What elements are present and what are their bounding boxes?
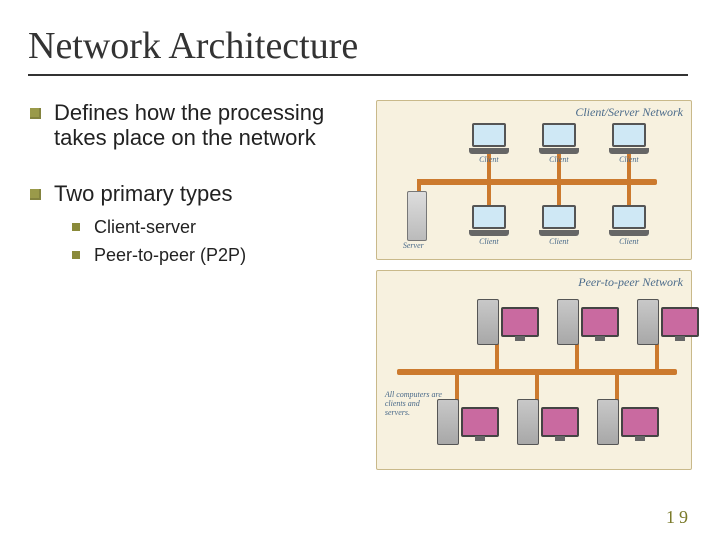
image-column: Client/Server Network Server Client Clie… [376, 100, 692, 470]
title-underline [28, 74, 688, 76]
slide-title: Network Architecture [28, 24, 692, 68]
diagram-title: Client/Server Network [575, 105, 683, 120]
laptop-icon: Client [469, 123, 509, 153]
laptop-icon: Client [469, 205, 509, 235]
pc-tower-icon [597, 399, 619, 445]
monitor-icon [581, 307, 619, 337]
sub-bullet-text: Client-server [94, 217, 196, 237]
monitor-icon [501, 307, 539, 337]
text-column: Defines how the processing takes place o… [28, 100, 368, 470]
peer-to-peer-diagram: Peer-to-peer Network [376, 270, 692, 470]
page-number: 19 [666, 507, 692, 528]
sub-bullet-list: Client-server Peer-to-peer (P2P) [72, 216, 364, 267]
pc-tower-icon [517, 399, 539, 445]
pc-tower-icon [477, 299, 499, 345]
sub-bullet-item: Client-server [72, 216, 364, 239]
sub-bullet-item: Peer-to-peer (P2P) [72, 244, 364, 267]
pc-tower-icon [637, 299, 659, 345]
laptop-icon: Client [539, 123, 579, 153]
slide: Network Architecture Defines how the pro… [0, 0, 720, 540]
bullet-list: Defines how the processing takes place o… [28, 100, 364, 267]
monitor-icon [541, 407, 579, 437]
monitor-icon [461, 407, 499, 437]
p2p-note: All computers are clients and servers. [385, 391, 445, 417]
server-label: Server [403, 241, 424, 250]
pc-tower-icon [557, 299, 579, 345]
diagram-title: Peer-to-peer Network [578, 275, 683, 290]
laptop-icon: Client [539, 205, 579, 235]
server-icon [407, 191, 427, 241]
bullet-text: Defines how the processing takes place o… [54, 100, 324, 150]
monitor-icon [621, 407, 659, 437]
laptop-icon: Client [609, 123, 649, 153]
bullet-item: Defines how the processing takes place o… [28, 100, 364, 151]
sub-bullet-text: Peer-to-peer (P2P) [94, 245, 246, 265]
bullet-item: Two primary types Client-server Peer-to-… [28, 181, 364, 267]
laptop-icon: Client [609, 205, 649, 235]
monitor-icon [661, 307, 699, 337]
client-server-diagram: Client/Server Network Server Client Clie… [376, 100, 692, 260]
content-row: Defines how the processing takes place o… [28, 100, 692, 470]
bullet-text: Two primary types [54, 181, 233, 206]
